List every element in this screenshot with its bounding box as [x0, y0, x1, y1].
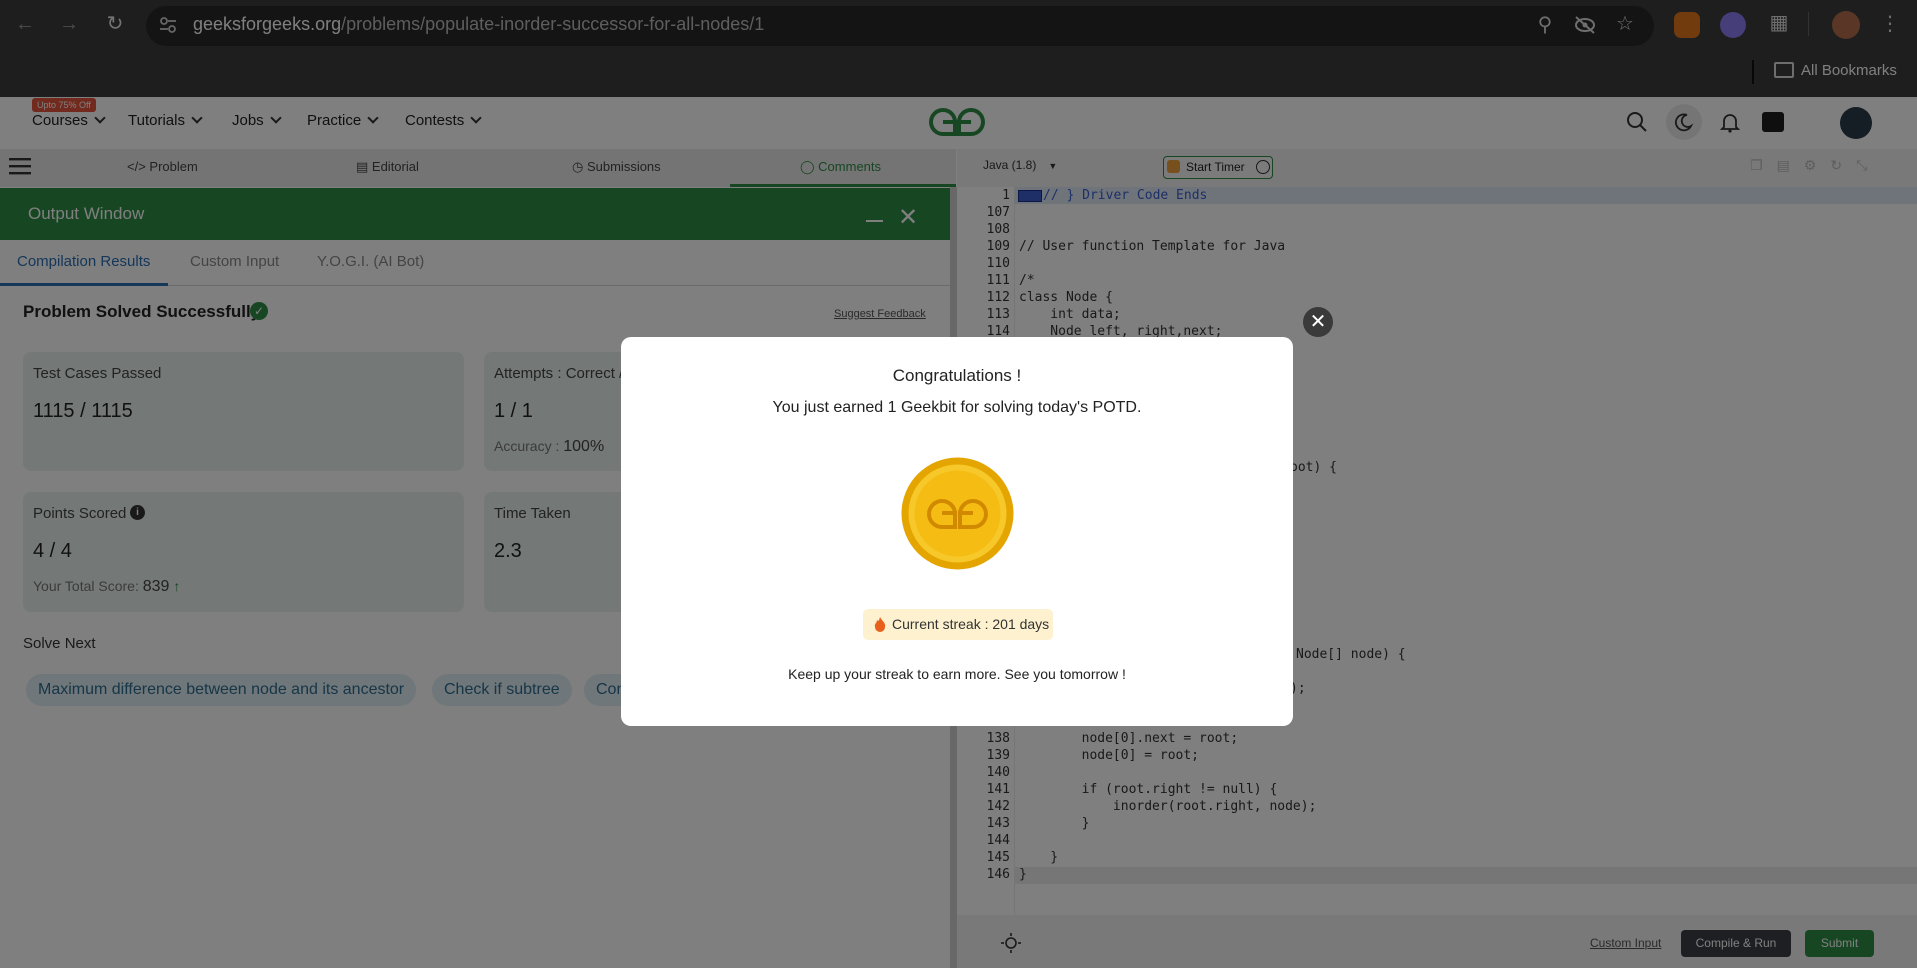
geekbit-coin-icon: [900, 456, 1015, 571]
modal-title: Congratulations !: [892, 366, 1022, 385]
streak-text: Current streak : 201 days: [892, 616, 1050, 632]
fire-icon: [873, 616, 887, 632]
modal-message: You just earned 1 Geekbit for solving to…: [772, 399, 1142, 416]
modal-close-icon[interactable]: ✕: [1303, 307, 1333, 337]
modal-footer-text: Keep up your streak to earn more. See yo…: [788, 666, 1126, 682]
